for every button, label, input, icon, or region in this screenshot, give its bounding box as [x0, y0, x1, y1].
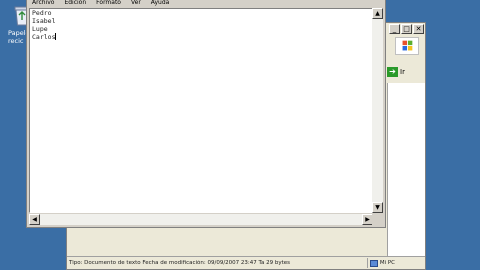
- status-divider: [366, 258, 368, 268]
- text-caret: [55, 33, 57, 40]
- text-line: Pedro: [32, 9, 52, 17]
- close-button[interactable]: ✕: [413, 24, 424, 34]
- windows-logo-icon: [395, 37, 419, 55]
- status-text: Tipo: Documento de texto Fecha de modifi…: [69, 260, 290, 266]
- menu-ayuda[interactable]: Ayuda: [151, 0, 170, 8]
- scroll-left-icon[interactable]: ◀: [29, 214, 40, 225]
- explorer-content-pane[interactable]: [387, 83, 425, 259]
- maximize-button[interactable]: □: [401, 24, 412, 34]
- status-location: Mi PC: [369, 259, 425, 267]
- menu-formato[interactable]: Formato: [96, 0, 121, 8]
- explorer-titlebar-buttons: _ □ ✕: [383, 23, 425, 35]
- menu-edicion[interactable]: Edición: [64, 0, 86, 8]
- scroll-down-icon[interactable]: ▼: [372, 202, 383, 213]
- text-line: Carlos: [32, 33, 56, 41]
- scroll-up-icon[interactable]: ▲: [372, 8, 383, 19]
- go-label: Ir: [400, 68, 405, 76]
- go-button[interactable]: ➔ Ir: [387, 66, 411, 78]
- menu-bar: Archivo Edición Formato Ver Ayuda: [27, 0, 385, 8]
- minimize-button[interactable]: _: [389, 24, 400, 34]
- text-line: Lupe: [32, 25, 48, 33]
- go-arrow-icon: ➔: [387, 67, 398, 77]
- computer-icon: [369, 259, 378, 267]
- horizontal-scrollbar[interactable]: ◀ ▶: [29, 214, 373, 225]
- menu-ver[interactable]: Ver: [131, 0, 141, 8]
- status-bar: Tipo: Documento de texto Fecha de modifi…: [67, 256, 425, 269]
- vertical-scrollbar[interactable]: ▲ ▼: [372, 8, 383, 213]
- status-location-label: Mi PC: [379, 260, 395, 266]
- size-grip[interactable]: [372, 214, 383, 225]
- text-line: Isabel: [32, 17, 56, 25]
- text-editor[interactable]: Pedro Isabel Lupe Carlos: [29, 8, 373, 213]
- notepad-window: Archivo Edición Formato Ver Ayuda Pedro …: [26, 0, 386, 228]
- text-line-with-caret: Carlos: [32, 33, 370, 41]
- menu-archivo[interactable]: Archivo: [32, 0, 54, 8]
